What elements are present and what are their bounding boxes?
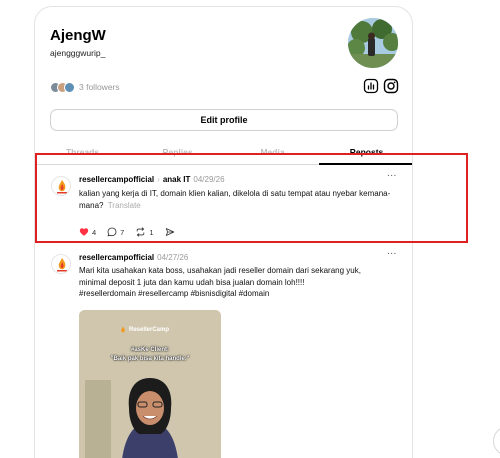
video-caption-line: #asKe Client: <box>130 347 169 353</box>
brand-logo-text: ResellerCamp <box>129 327 170 333</box>
followers-count: 3 followers <box>79 82 120 92</box>
highlight-box <box>35 153 468 243</box>
post-video[interactable]: ResellerCamp #asKe Client: "Baik pak bis… <box>79 310 221 458</box>
username: ajengggwurip_ <box>50 48 106 58</box>
post-hashtags[interactable]: #resellerdomain #resellercamp #bisnisdig… <box>79 288 399 300</box>
edit-profile-button[interactable]: Edit profile <box>50 109 398 131</box>
followers-row[interactable]: 3 followers <box>50 81 120 93</box>
more-options-icon[interactable]: ... <box>387 246 397 257</box>
flame-icon <box>121 326 125 333</box>
post-avatar[interactable] <box>51 254 71 274</box>
video-caption: #asKe Client: "Baik pak bisa kita handle… <box>79 346 221 364</box>
bar-chart-icon[interactable] <box>363 78 379 94</box>
profile-avatar[interactable] <box>348 18 398 68</box>
post-date: 04/27/26 <box>157 253 189 262</box>
brand-logo: ResellerCamp <box>119 326 169 334</box>
post-username[interactable]: resellercampofficial <box>79 253 154 262</box>
post-header: resellercampofficial 04/27/26 <box>79 253 188 262</box>
follower-avatar <box>64 81 75 93</box>
post-body-line: Mari kita usahakan kata boss, usahakan j… <box>79 266 361 275</box>
post-body-line: minimal deposit 1 juta dan kamu udah bis… <box>79 277 305 287</box>
display-name: AjengW <box>50 27 106 44</box>
video-caption-line: "Baik pak bisa kita handle." <box>110 356 190 362</box>
instagram-icon[interactable] <box>383 78 399 94</box>
floating-button[interactable] <box>493 426 500 456</box>
post-text: Mari kita usahakan kata boss, usahakan j… <box>79 265 399 300</box>
